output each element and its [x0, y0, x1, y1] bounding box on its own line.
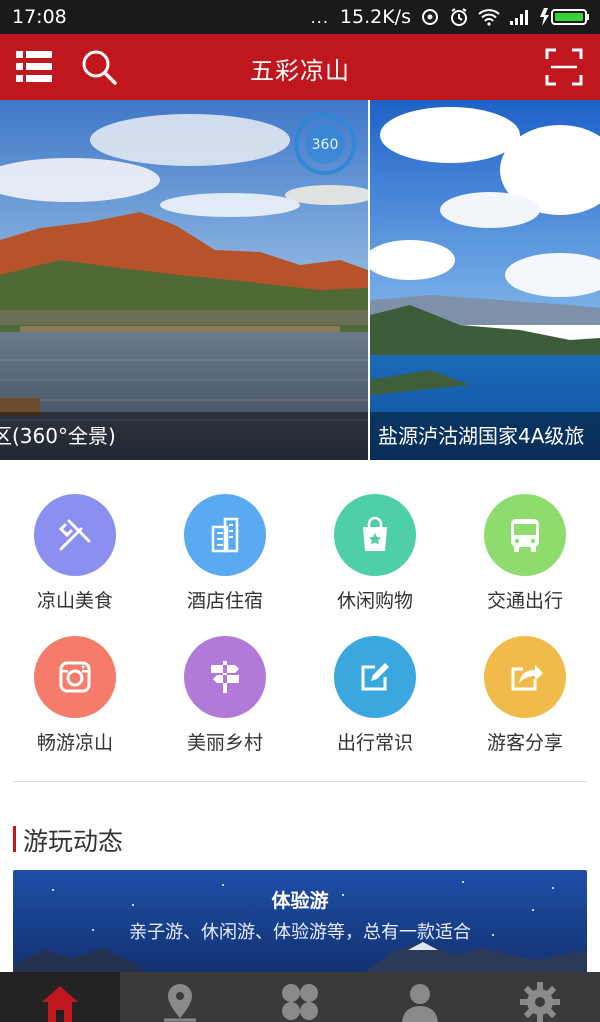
scan-icon[interactable] — [545, 48, 583, 86]
settings-icon — [520, 982, 560, 1022]
signal-dots: ... — [310, 7, 329, 27]
nav-settings[interactable] — [480, 972, 600, 1022]
nav-map[interactable] — [120, 972, 240, 1022]
signpost-icon — [211, 661, 239, 693]
category-share[interactable]: 游客分享 — [450, 622, 600, 762]
section-accent-bar — [13, 826, 16, 852]
banner-caption-2: 盐源泸沽湖国家4A级旅 — [370, 412, 600, 460]
category-label: 酒店住宿 — [186, 590, 263, 612]
category-label: 畅游凉山 — [36, 732, 113, 754]
battery-charging-icon — [540, 8, 589, 26]
category-label: 游客分享 — [486, 732, 563, 754]
user-icon — [402, 984, 438, 1022]
category-transport[interactable]: 交通出行 — [450, 480, 600, 620]
panorama-360-icon: 360 — [294, 113, 356, 175]
edit-icon — [361, 663, 389, 691]
category-circle — [34, 494, 116, 576]
status-bar: 17:08 ... 15.2K/s — [0, 0, 600, 34]
apps-icon — [282, 984, 318, 1020]
network-speed: 15.2K/s — [339, 6, 411, 28]
category-label: 休闲购物 — [336, 590, 413, 612]
status-time: 17:08 — [12, 6, 67, 28]
page-title: 五彩凉山 — [250, 57, 350, 85]
category-grid: 凉山美食 酒店住宿 休闲购物 交通出行 畅游凉山 美丽乡村 出行常识 游客分享 — [0, 480, 600, 770]
category-circle — [484, 636, 566, 718]
category-circle — [334, 494, 416, 576]
category-shopping[interactable]: 休闲购物 — [300, 480, 450, 620]
promo-card[interactable]: 体验游 亲子游、休闲游、体验游等，总有一款适合 — [13, 870, 587, 980]
status-right: ... 15.2K/s — [311, 6, 590, 28]
category-circle — [334, 636, 416, 718]
cell-signal-icon — [510, 10, 528, 25]
category-label: 交通出行 — [486, 590, 563, 612]
category-food[interactable]: 凉山美食 — [0, 480, 150, 620]
banner-slide-2[interactable]: 盐源泸沽湖国家4A级旅 — [370, 100, 600, 460]
app-header: 五彩凉山 — [0, 34, 600, 100]
building-icon — [211, 517, 239, 553]
nav-profile[interactable] — [360, 972, 480, 1022]
promo-subtitle: 亲子游、休闲游、体验游等，总有一款适合 — [129, 922, 471, 943]
category-circle — [484, 494, 566, 576]
category-label: 出行常识 — [336, 732, 413, 754]
home-icon — [42, 986, 78, 1022]
section-title: 游玩动态 — [23, 827, 124, 856]
bottom-nav — [0, 972, 600, 1022]
category-circle — [34, 636, 116, 718]
category-label: 美丽乡村 — [186, 732, 263, 754]
banner-slide-1[interactable]: 360 区(360°全景) — [0, 100, 368, 460]
category-circle — [184, 636, 266, 718]
category-label: 凉山美食 — [36, 590, 113, 612]
category-tour[interactable]: 畅游凉山 — [0, 622, 150, 762]
utensils-icon — [58, 519, 91, 551]
category-hotel[interactable]: 酒店住宿 — [150, 480, 300, 620]
map-pin-icon — [164, 984, 196, 1022]
nav-home[interactable] — [0, 972, 120, 1022]
category-village[interactable]: 美丽乡村 — [150, 622, 300, 762]
lugu-lake-photo — [370, 100, 600, 460]
bus-icon — [511, 519, 539, 552]
share-icon — [511, 665, 543, 691]
category-travel-tips[interactable]: 出行常识 — [300, 622, 450, 762]
promo-title: 体验游 — [271, 890, 329, 912]
divider — [13, 781, 587, 782]
camera-icon — [59, 661, 91, 693]
alarm-icon — [451, 8, 467, 26]
category-circle — [184, 494, 266, 576]
wifi-icon — [478, 9, 500, 26]
banner-carousel[interactable]: 360 区(360°全景) 盐源泸沽湖国家4A级旅 — [0, 100, 600, 460]
data-saver-icon — [422, 9, 438, 25]
nav-apps[interactable] — [240, 972, 360, 1022]
panorama-badge-text: 360 — [312, 137, 339, 153]
shopping-bag-icon — [363, 516, 387, 551]
banner-caption-1: 区(360°全景) — [0, 412, 368, 460]
